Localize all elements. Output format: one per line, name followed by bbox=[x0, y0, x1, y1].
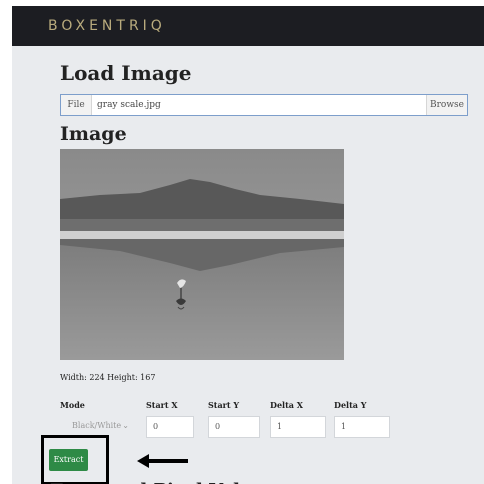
file-label: File bbox=[61, 95, 92, 115]
mode-value: Black/White bbox=[72, 421, 122, 430]
start-x-input[interactable]: 0 bbox=[146, 416, 194, 438]
start-x-control: Start X 0 bbox=[146, 400, 194, 438]
app-window: BOXENTRIQ Load Image File gray scale.jpg… bbox=[12, 6, 484, 484]
extract-button[interactable]: Extract bbox=[49, 449, 88, 471]
image-dimensions: Width: 224 Height: 167 bbox=[60, 373, 156, 382]
loaded-image bbox=[60, 149, 344, 360]
section-heading-cutoff: Extracted Pixel Values bbox=[50, 480, 275, 484]
load-image-heading: Load Image bbox=[60, 61, 192, 85]
file-name: gray scale.jpg bbox=[97, 100, 161, 110]
delta-y-control: Delta Y 1 bbox=[334, 400, 390, 438]
delta-y-label: Delta Y bbox=[334, 400, 367, 410]
brand-logo[interactable]: BOXENTRIQ bbox=[48, 18, 166, 34]
mode-control: Mode Black/White ⌄ bbox=[60, 400, 129, 430]
delta-x-input[interactable]: 1 bbox=[270, 416, 326, 438]
delta-x-label: Delta X bbox=[270, 400, 303, 410]
chevron-down-icon: ⌄ bbox=[122, 421, 129, 430]
start-y-label: Start Y bbox=[208, 400, 240, 410]
image-heading: Image bbox=[60, 123, 127, 145]
delta-y-input[interactable]: 1 bbox=[334, 416, 390, 438]
top-navbar: BOXENTRIQ bbox=[12, 6, 484, 46]
start-y-control: Start Y 0 bbox=[208, 400, 260, 438]
browse-button[interactable]: Browse bbox=[426, 95, 467, 115]
arrow-left-icon bbox=[137, 454, 188, 468]
start-x-label: Start X bbox=[146, 400, 178, 410]
delta-x-control: Delta X 1 bbox=[270, 400, 326, 438]
mode-label: Mode bbox=[60, 400, 85, 410]
start-y-input[interactable]: 0 bbox=[208, 416, 260, 438]
extract-highlight-box: Extract bbox=[41, 435, 109, 484]
file-input[interactable]: File gray scale.jpg Browse bbox=[60, 94, 468, 116]
